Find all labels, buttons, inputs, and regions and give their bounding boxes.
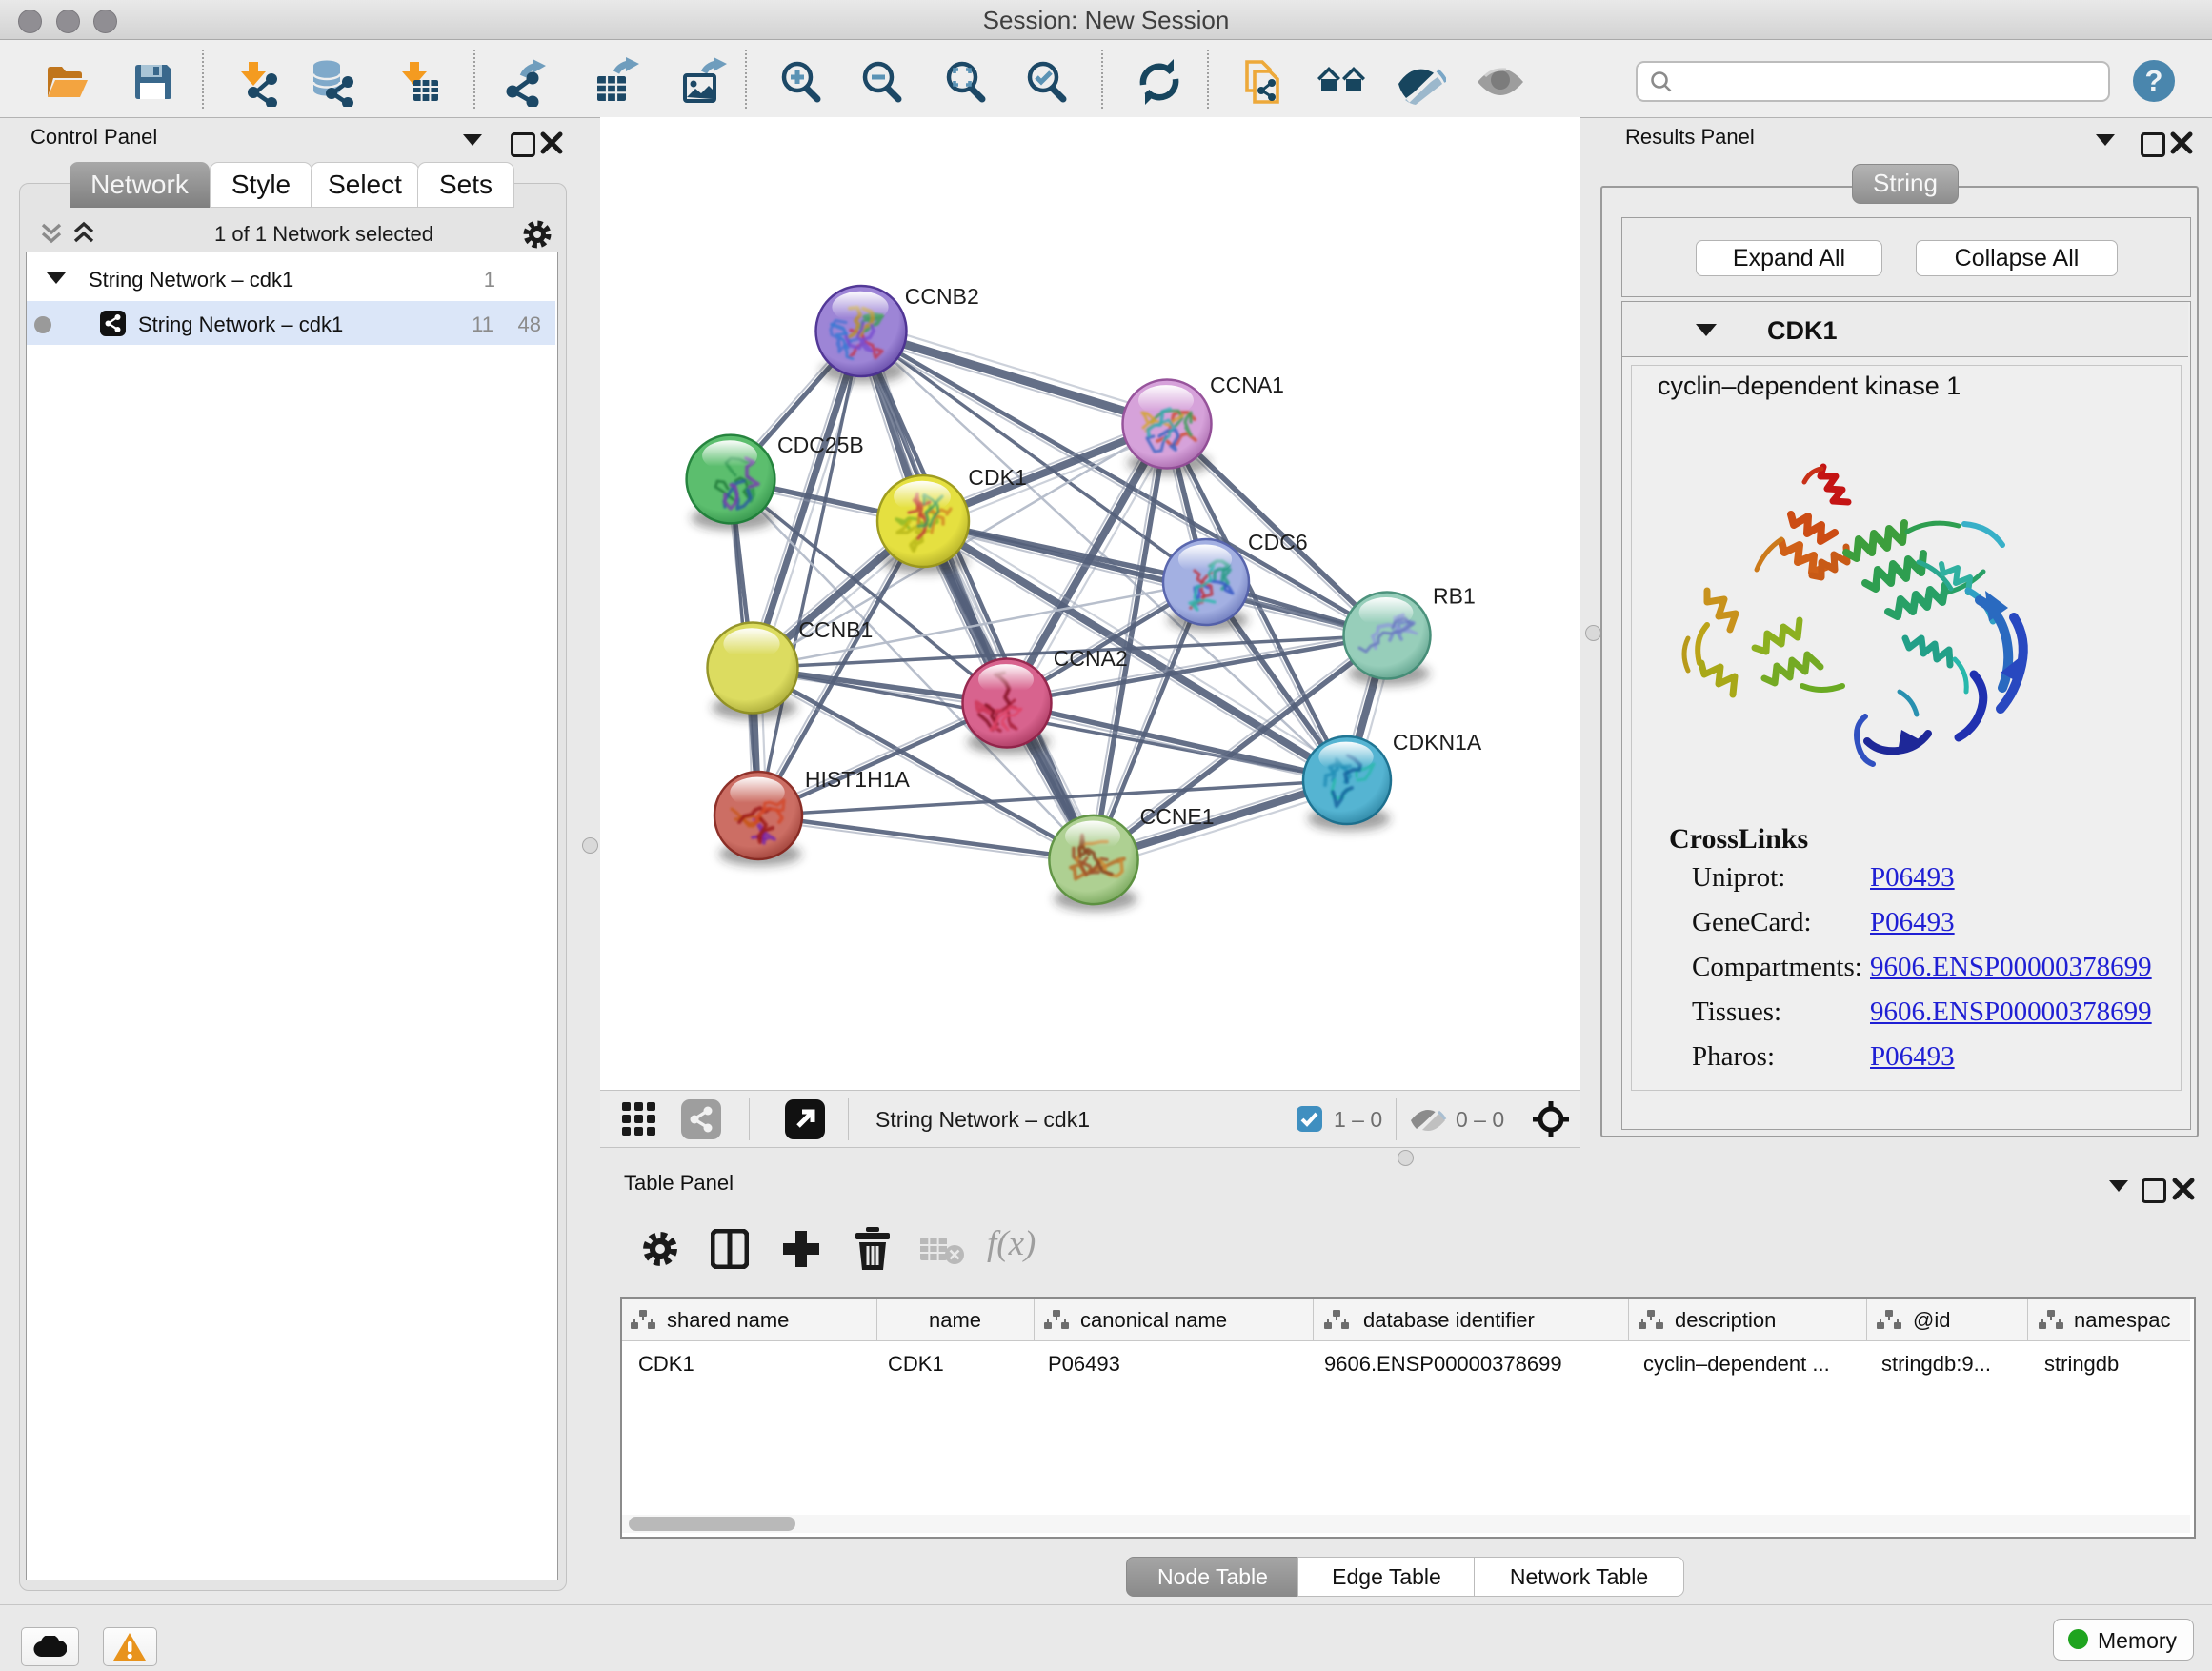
svg-text:CCNA1: CCNA1	[1210, 372, 1284, 397]
svg-text:CDC25B: CDC25B	[777, 433, 864, 457]
svg-text:RB1: RB1	[1433, 584, 1476, 609]
svg-text:CCNA2: CCNA2	[1054, 646, 1128, 671]
svg-text:CDK1: CDK1	[968, 465, 1026, 490]
svg-text:CCNE1: CCNE1	[1140, 804, 1215, 829]
svg-text:CCNB2: CCNB2	[905, 284, 979, 309]
svg-text:HIST1H1A: HIST1H1A	[805, 767, 911, 792]
svg-text:CCNB1: CCNB1	[798, 617, 873, 642]
svg-text:CDKN1A: CDKN1A	[1393, 730, 1482, 755]
svg-text:CDC6: CDC6	[1248, 530, 1308, 554]
